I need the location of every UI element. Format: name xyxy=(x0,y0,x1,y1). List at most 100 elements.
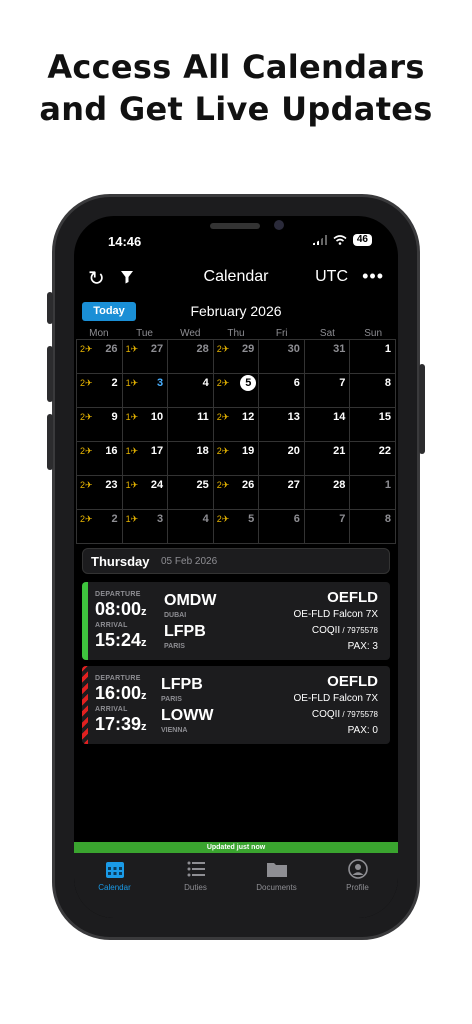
day-number: 16 xyxy=(105,445,118,457)
day-number: 27 xyxy=(287,479,300,491)
departure-time: 08:00z xyxy=(95,599,147,619)
flight-count-badge: 2✈ xyxy=(216,480,230,490)
calendar-day-cell[interactable]: 7 xyxy=(304,374,351,408)
calendar-day-cell[interactable]: 2✈ 16 xyxy=(77,442,123,476)
headline-line-2: and Get Live Updates xyxy=(39,90,433,128)
calendar-day-cell[interactable]: 1✈ 24 xyxy=(122,476,169,510)
flight-status-bar xyxy=(82,666,88,744)
departure-airport: OMDW xyxy=(164,592,217,609)
arrival-airport: LOWW xyxy=(161,707,214,724)
speaker xyxy=(210,223,260,229)
calendar-day-cell[interactable]: 25 xyxy=(168,476,214,510)
calendar-day-cell[interactable]: 2✈ 9 xyxy=(77,408,123,442)
day-number: 25 xyxy=(196,479,209,491)
wifi-icon xyxy=(333,235,347,245)
calendar-day-cell[interactable]: 18 xyxy=(168,442,214,476)
calendar-day-cell[interactable]: 2✈ 2 xyxy=(77,374,123,408)
day-number: 28 xyxy=(333,479,346,491)
tab-documents[interactable]: Documents xyxy=(236,853,317,918)
calendar-day-cell[interactable]: 11 xyxy=(168,408,214,442)
calendar-day-cell[interactable]: 31 xyxy=(304,340,351,374)
day-number: 18 xyxy=(196,445,209,457)
weekday-label: Tue xyxy=(136,328,153,339)
calendar-day-cell[interactable]: 15 xyxy=(350,408,396,442)
flight-count-badge: 2✈ xyxy=(216,344,230,354)
aircraft-registration: OEFLD xyxy=(327,589,378,606)
page-title: Calendar xyxy=(203,268,269,285)
calendar-day-cell[interactable]: 1 xyxy=(350,340,396,374)
day-number: 21 xyxy=(333,445,346,457)
day-number: 7 xyxy=(339,513,346,525)
calendar-day-cell[interactable]: 1✈ 3 xyxy=(122,510,169,544)
tab-duties[interactable]: Duties xyxy=(155,853,236,918)
calendar-day-cell[interactable]: 28 xyxy=(168,340,214,374)
day-number: 13 xyxy=(287,411,300,423)
calendar-day-cell[interactable]: 1✈ 17 xyxy=(122,442,169,476)
tab-label: Documents xyxy=(256,883,297,892)
flight-count-badge: 2✈ xyxy=(216,412,230,422)
calendar-day-cell[interactable]: 1 xyxy=(350,476,396,510)
day-number: 24 xyxy=(150,479,164,491)
calendar-day-cell[interactable]: 6 xyxy=(259,510,305,544)
tab-calendar[interactable]: Calendar xyxy=(74,853,155,918)
volume-up-button xyxy=(47,346,53,402)
flight-card[interactable]: DEPARTURE 16:00z ARRIVAL 17:39z LFPB PAR… xyxy=(82,666,390,744)
day-number: 12 xyxy=(242,411,255,423)
calendar-day-cell[interactable]: 1✈ 3 xyxy=(122,374,169,408)
crew-code: COQII / 7975578 xyxy=(311,709,378,720)
power-button xyxy=(419,364,425,454)
calendar-day-cell[interactable]: 14 xyxy=(304,408,351,442)
calendar-day-cell[interactable]: 21 xyxy=(304,442,351,476)
calendar-day-cell[interactable]: 22 xyxy=(350,442,396,476)
calendar-day-cell[interactable]: 1✈ 27 xyxy=(122,340,169,374)
calendar-day-cell[interactable]: 2✈ 5 xyxy=(213,374,260,408)
tab-profile[interactable]: Profile xyxy=(317,853,398,918)
calendar-day-cell[interactable]: 6 xyxy=(259,374,305,408)
arrival-city: VIENNA xyxy=(161,727,188,734)
calendar-day-cell[interactable]: 27 xyxy=(259,476,305,510)
calendar-day-cell[interactable]: 20 xyxy=(259,442,305,476)
aircraft-type: OE-FLD Falcon 7X xyxy=(293,693,378,704)
calendar-day-cell[interactable]: 2✈ 5 xyxy=(213,510,260,544)
timezone-button[interactable]: UTC xyxy=(315,268,348,286)
calendar-day-cell[interactable]: 2✈ 19 xyxy=(213,442,260,476)
flight-count-badge: 2✈ xyxy=(80,514,93,524)
flight-card[interactable]: DEPARTURE 08:00z ARRIVAL 15:24z OMDW DUB… xyxy=(82,582,390,660)
day-number: 28 xyxy=(196,343,209,355)
weekday-label: Wed xyxy=(180,328,201,339)
flight-count-badge: 2✈ xyxy=(80,378,93,388)
flight-count-badge: 2✈ xyxy=(80,344,93,354)
day-number: 27 xyxy=(150,343,164,355)
calendar-day-cell[interactable]: 28 xyxy=(304,476,351,510)
calendar-day-cell[interactable]: 2✈ 12 xyxy=(213,408,260,442)
calendar-icon xyxy=(105,862,124,878)
headline-line-1: Access All Calendars xyxy=(47,48,425,86)
day-number: 22 xyxy=(378,445,391,457)
calendar-day-cell[interactable]: 2✈ 2 xyxy=(77,510,123,544)
calendar-day-cell[interactable]: 2✈ 26 xyxy=(213,476,260,510)
calendar-day-cell[interactable]: 2✈ 23 xyxy=(77,476,123,510)
calendar-day-cell[interactable]: 8 xyxy=(350,374,396,408)
flight-count-badge: 1✈ xyxy=(125,378,139,388)
tab-label: Calendar xyxy=(98,883,131,892)
more-menu-button[interactable]: ••• xyxy=(362,266,384,287)
arrival-city: PARIS xyxy=(164,643,185,650)
calendar-day-cell[interactable]: 4 xyxy=(168,374,214,408)
calendar-day-cell[interactable]: 1✈ 10 xyxy=(122,408,169,442)
departure-airport: LFPB xyxy=(161,676,203,693)
calendar-day-cell[interactable]: 4 xyxy=(168,510,214,544)
calendar-day-cell[interactable]: 8 xyxy=(350,510,396,544)
calendar-day-cell[interactable]: 30 xyxy=(259,340,305,374)
calendar-day-cell[interactable]: 2✈ 26 xyxy=(77,340,123,374)
departure-city: PARIS xyxy=(161,696,182,703)
pax-count: PAX: 3 xyxy=(347,641,378,652)
calendar-day-cell[interactable]: 2✈ 29 xyxy=(213,340,260,374)
arrival-label: ARRIVAL xyxy=(95,706,128,713)
calendar-day-cell[interactable]: 13 xyxy=(259,408,305,442)
weekday-label: Fri xyxy=(275,328,288,339)
arrival-airport: LFPB xyxy=(164,623,206,640)
list-icon xyxy=(187,861,205,877)
calendar-day-cell[interactable]: 7 xyxy=(304,510,351,544)
flight-count-badge: 2✈ xyxy=(216,514,230,524)
month-title: February 2026 xyxy=(190,303,282,319)
